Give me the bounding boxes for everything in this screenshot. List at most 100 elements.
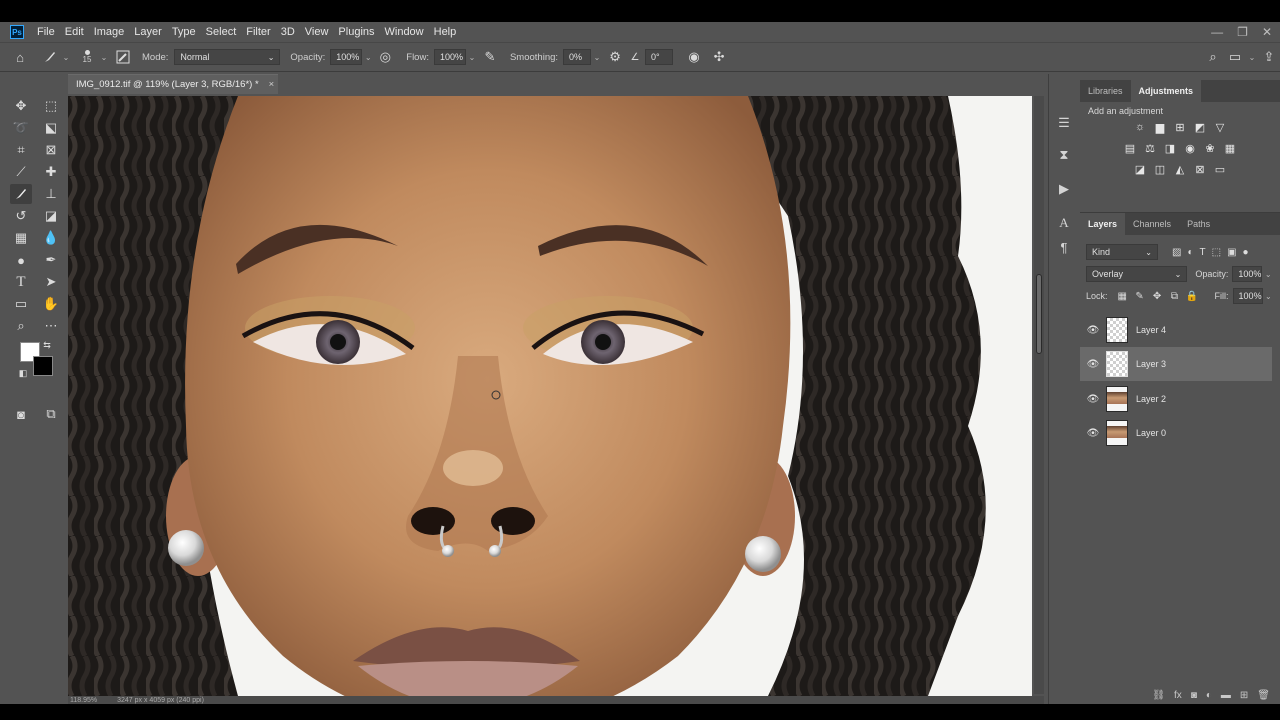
delete-layer-icon[interactable]: 🗑: [1257, 690, 1270, 701]
visibility-eye-icon[interactable]: 👁: [1080, 394, 1106, 405]
gradient-tool-icon[interactable]: ▦: [10, 228, 32, 248]
paragraph-icon[interactable]: ¶: [1049, 236, 1079, 258]
layer-filter-select[interactable]: Kind ⌄: [1086, 244, 1158, 260]
brightness-icon[interactable]: ☼: [1133, 120, 1147, 134]
blend-mode-select[interactable]: Overlay ⌄: [1086, 266, 1188, 282]
layer-row-layer-4[interactable]: 👁 Layer 4: [1080, 313, 1272, 347]
home-icon[interactable]: ⌂: [0, 50, 40, 65]
close-window-icon[interactable]: ✕: [1262, 25, 1272, 39]
brush-picker-dropdown[interactable]: ⌄: [98, 49, 110, 65]
curves-icon[interactable]: ⊞: [1173, 120, 1187, 134]
pressure-opacity-icon[interactable]: ◎: [374, 49, 396, 65]
document-canvas[interactable]: [68, 96, 1032, 696]
opacity-input[interactable]: 100%: [330, 49, 363, 65]
new-group-icon[interactable]: ▬: [1221, 690, 1231, 701]
filter-toggle-icon[interactable]: ●: [1243, 247, 1249, 258]
photo-filter-icon[interactable]: ◉: [1183, 141, 1197, 155]
pressure-size-icon[interactable]: ◉: [679, 49, 709, 65]
lasso-tool-icon[interactable]: ➰: [10, 118, 32, 138]
brush-tool-icon[interactable]: [10, 184, 32, 204]
layer-row-layer-0[interactable]: 👁 Layer 0: [1080, 416, 1272, 450]
crop-tool-icon[interactable]: ⌗: [10, 140, 32, 160]
hue-saturation-icon[interactable]: ▤: [1123, 141, 1137, 155]
color-lookup-icon[interactable]: ▦: [1223, 141, 1237, 155]
brush-tool-preset-icon[interactable]: [40, 50, 60, 64]
eraser-tool-icon[interactable]: ◪: [40, 206, 62, 226]
tab-libraries[interactable]: Libraries: [1080, 80, 1131, 102]
workspace-icon[interactable]: ▭: [1224, 49, 1246, 65]
rectangle-tool-icon[interactable]: ▭: [10, 294, 32, 314]
smoothing-input[interactable]: 0%: [563, 49, 592, 65]
search-icon[interactable]: ⌕: [1202, 49, 1224, 65]
tool-preset-dropdown[interactable]: ⌄: [60, 49, 72, 65]
layer-opacity-input[interactable]: 100%: [1232, 266, 1263, 282]
actions-play-icon[interactable]: ▶: [1049, 178, 1079, 200]
layer-row-layer-3[interactable]: 👁 Layer 3: [1080, 347, 1272, 381]
menu-edit[interactable]: Edit: [60, 22, 89, 42]
menu-help[interactable]: Help: [429, 22, 462, 42]
brush-settings-icon[interactable]: [110, 50, 136, 64]
brush-size-picker[interactable]: 15: [76, 50, 98, 64]
opacity-dropdown[interactable]: ⌄: [362, 49, 374, 65]
quick-mask-icon[interactable]: ◙: [10, 404, 32, 424]
mode-select[interactable]: Normal ⌄: [174, 49, 281, 65]
path-select-tool-icon[interactable]: ➤: [40, 272, 62, 292]
new-layer-icon[interactable]: ⊞: [1240, 690, 1248, 701]
tab-layers[interactable]: Layers: [1080, 213, 1126, 235]
vibrance-icon[interactable]: ▽: [1213, 120, 1227, 134]
tab-channels[interactable]: Channels: [1125, 213, 1179, 235]
menu-image[interactable]: Image: [89, 22, 130, 42]
swap-colors-icon[interactable]: ⇆: [40, 338, 54, 352]
more-tools-icon[interactable]: ⋯: [40, 316, 62, 336]
levels-icon[interactable]: ▆: [1153, 120, 1167, 134]
exposure-icon[interactable]: ◩: [1193, 120, 1207, 134]
zoom-status[interactable]: 118.95%: [70, 697, 97, 704]
frame-tool-icon[interactable]: ⊠: [40, 140, 62, 160]
menu-view[interactable]: View: [300, 22, 334, 42]
menu-filter[interactable]: Filter: [241, 22, 275, 42]
link-layers-icon[interactable]: ⛓: [1152, 690, 1165, 701]
dodge-tool-icon[interactable]: ●: [10, 250, 32, 270]
symmetry-icon[interactable]: ✣: [709, 49, 729, 65]
channel-mixer-icon[interactable]: ❀: [1203, 141, 1217, 155]
gear-icon[interactable]: ⚙: [603, 49, 627, 65]
filter-pixel-icon[interactable]: ▨: [1172, 247, 1181, 258]
history-icon[interactable]: ⧗: [1049, 144, 1079, 166]
smoothing-dropdown[interactable]: ⌄: [591, 49, 603, 65]
visibility-eye-icon[interactable]: 👁: [1080, 428, 1106, 439]
lock-artboard-icon[interactable]: ⧉: [1168, 289, 1181, 303]
marquee-tool-icon[interactable]: ⬚: [40, 96, 62, 116]
menu-type[interactable]: Type: [167, 22, 201, 42]
lock-pixels-icon[interactable]: ✎: [1133, 289, 1146, 303]
gradient-map-icon[interactable]: ▭: [1213, 162, 1227, 176]
menu-select[interactable]: Select: [201, 22, 242, 42]
restore-icon[interactable]: ❐: [1237, 25, 1248, 39]
lock-all-icon[interactable]: 🔒: [1185, 289, 1198, 303]
color-balance-icon[interactable]: ⚖: [1143, 141, 1157, 155]
tab-adjustments[interactable]: Adjustments: [1130, 80, 1202, 102]
selective-color-icon[interactable]: ⊠: [1193, 162, 1207, 176]
threshold-icon[interactable]: ◭: [1173, 162, 1187, 176]
screen-mode-icon[interactable]: ⧉: [40, 404, 62, 424]
menu-3d[interactable]: 3D: [276, 22, 300, 42]
layer-style-icon[interactable]: fx: [1174, 690, 1182, 701]
minimize-icon[interactable]: —: [1211, 25, 1223, 39]
flow-dropdown[interactable]: ⌄: [466, 49, 478, 65]
history-brush-tool-icon[interactable]: ↺: [10, 206, 32, 226]
fill-input[interactable]: 100%: [1232, 288, 1263, 304]
canvas-vertical-scrollbar[interactable]: [1034, 96, 1044, 694]
layer-row-layer-2[interactable]: 👁 Layer 2: [1080, 382, 1272, 416]
angle-input[interactable]: 0°: [645, 49, 674, 65]
pen-tool-icon[interactable]: ✒: [40, 250, 62, 270]
hand-tool-icon[interactable]: ✋: [40, 294, 62, 314]
properties-icon[interactable]: ☰: [1049, 112, 1079, 134]
filter-type-icon[interactable]: T: [1200, 247, 1206, 258]
menu-layer[interactable]: Layer: [129, 22, 167, 42]
invert-icon[interactable]: ◪: [1133, 162, 1147, 176]
black-white-icon[interactable]: ◨: [1163, 141, 1177, 155]
type-tool-icon[interactable]: T: [10, 272, 32, 292]
visibility-eye-icon[interactable]: 👁: [1080, 325, 1106, 336]
visibility-eye-icon[interactable]: 👁: [1080, 359, 1106, 370]
menu-plugins[interactable]: Plugins: [333, 22, 379, 42]
lock-position-icon[interactable]: ✥: [1150, 289, 1163, 303]
